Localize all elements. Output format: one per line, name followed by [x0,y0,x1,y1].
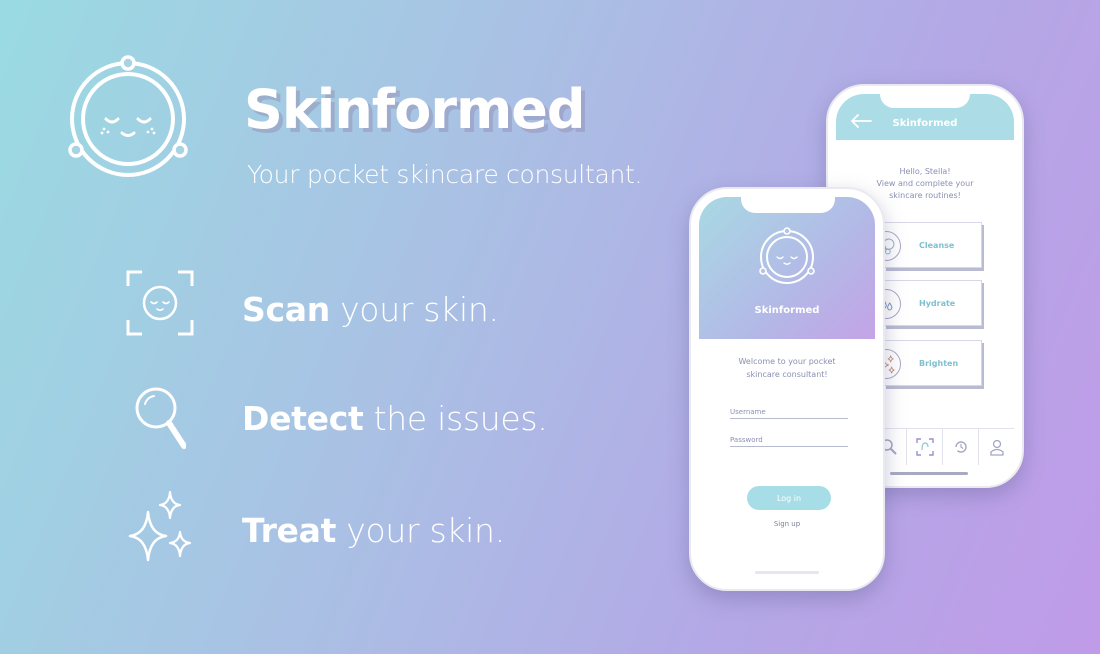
routine-card-cleanse[interactable]: Cleanse [871,222,982,268]
skinformed-logo-icon [759,227,815,284]
username-field[interactable] [730,405,848,419]
greeting-line-2: View and complete your [876,179,974,188]
sparkles-icon [128,490,192,562]
brand-tagline: Your pocket skincare consultant. [247,160,643,189]
feature-treat-keyword: Treat [242,511,337,550]
brand-title: Skinformed [244,78,586,141]
feature-treat: Treat your skin. [242,511,505,550]
routines-title: Skinformed [892,118,958,129]
login-welcome: Welcome to your pocket skincare consulta… [699,355,875,381]
signup-link[interactable]: Sign up [699,520,875,528]
routine-card-brighten[interactable]: Brighten [871,340,982,386]
feature-detect: Detect the issues. [242,399,548,438]
promo-banner: Skinformed Your pocket skincare consulta… [0,0,1100,654]
routine-card-hydrate[interactable]: Hydrate [871,280,982,326]
home-indicator [755,571,819,574]
feature-detect-text: the issues. [363,399,548,438]
phone-notch [741,197,835,213]
login-screen: Skinformed Welcome to your pocket skinca… [699,197,875,581]
tab-profile[interactable] [978,429,1014,465]
password-field[interactable] [730,433,848,447]
welcome-line-1: Welcome to your pocket [738,357,836,366]
feature-detect-keyword: Detect [242,399,364,438]
greeting-line-1: Hello, Stella! [899,167,951,176]
feature-treat-text: your skin. [336,511,505,550]
routine-label-cleanse: Cleanse [919,241,955,250]
feature-scan-keyword: Scan [242,290,330,329]
login-phone-mockup: Skinformed Welcome to your pocket skinca… [689,187,885,591]
skinformed-logo-icon [68,55,188,177]
routine-label-hydrate: Hydrate [919,299,956,308]
feature-scan-text: your skin. [329,290,499,329]
login-button[interactable]: Log in [747,486,831,510]
tab-scan[interactable] [906,429,942,465]
routine-label-brighten: Brighten [919,359,959,368]
face-scan-icon [126,270,194,336]
profile-icon [990,439,1004,456]
login-hero: Skinformed [699,197,875,339]
welcome-line-2: skincare consultant! [746,370,828,379]
home-indicator [890,472,968,475]
feature-scan: Scan your skin. [242,290,499,329]
phone-notch [880,94,970,108]
login-brand: Skinformed [754,305,820,316]
magnifier-icon [135,387,186,449]
scan-icon [916,438,934,456]
tab-history[interactable] [942,429,978,465]
history-icon [955,441,967,453]
